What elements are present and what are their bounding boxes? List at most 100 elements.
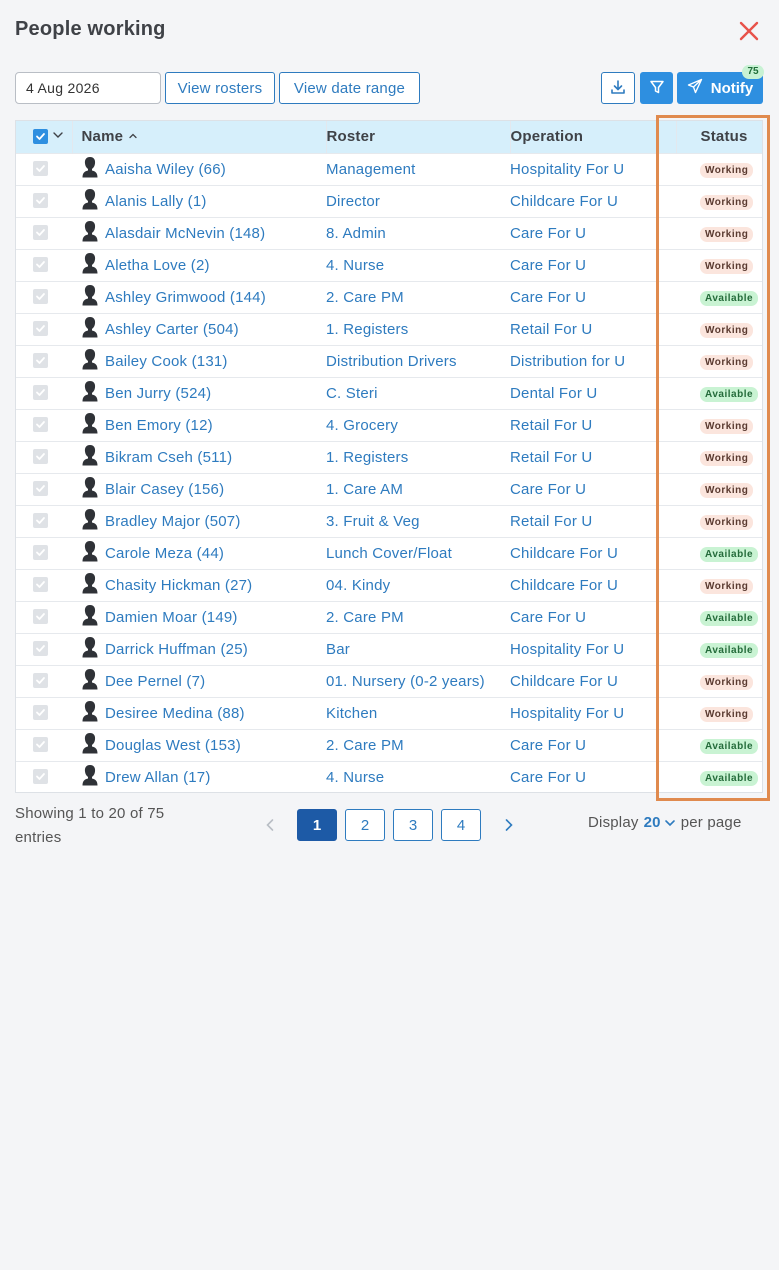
- operation-link[interactable]: Care For U: [510, 481, 586, 498]
- row-checkbox[interactable]: [33, 544, 48, 560]
- table-row[interactable]: Dee Pernel (7) 01. Nursery (0-2 years) Chi…: [16, 665, 762, 697]
- person-name-link[interactable]: Blair Casey (156): [105, 481, 224, 498]
- column-header-roster[interactable]: Roster: [326, 121, 511, 153]
- person-name-link[interactable]: Dee Pernel (7): [105, 673, 205, 690]
- person-name-link[interactable]: Alasdair McNevin (148): [105, 225, 265, 242]
- operation-link[interactable]: Retail For U: [510, 321, 592, 338]
- page-button-1[interactable]: 1: [297, 809, 337, 841]
- operation-link[interactable]: Care For U: [510, 737, 586, 754]
- person-name-link[interactable]: Ben Emory (12): [105, 417, 213, 434]
- row-checkbox[interactable]: [33, 480, 48, 496]
- person-name-link[interactable]: Drew Allan (17): [105, 769, 211, 786]
- page-button-3[interactable]: 3: [393, 809, 433, 841]
- table-row[interactable]: Darrick Huffman (25) Bar Hospitality For U…: [16, 633, 762, 665]
- close-icon[interactable]: [734, 16, 764, 46]
- table-row[interactable]: Aaisha Wiley (66) Management Hospitality F…: [16, 153, 762, 185]
- page-button-2[interactable]: 2: [345, 809, 385, 841]
- download-button[interactable]: [601, 72, 635, 104]
- operation-link[interactable]: Hospitality For U: [510, 161, 624, 178]
- person-name-link[interactable]: Chasity Hickman (27): [105, 577, 252, 594]
- operation-link[interactable]: Hospitality For U: [510, 705, 624, 722]
- row-checkbox[interactable]: [33, 736, 48, 752]
- row-checkbox[interactable]: [33, 224, 48, 240]
- operation-link[interactable]: Childcare For U: [510, 577, 618, 594]
- operation-link[interactable]: Care For U: [510, 257, 586, 274]
- person-name-link[interactable]: Bradley Major (507): [105, 513, 241, 530]
- person-name-link[interactable]: Bailey Cook (131): [105, 353, 228, 370]
- table-row[interactable]: Carole Meza (44) Lunch Cover/Float Childca…: [16, 537, 762, 569]
- person-name-link[interactable]: Alanis Lally (1): [105, 193, 207, 210]
- person-name-link[interactable]: Ben Jurry (524): [105, 385, 211, 402]
- operation-link[interactable]: Distribution for U: [510, 353, 625, 370]
- operation-link[interactable]: Care For U: [510, 609, 586, 626]
- table-row[interactable]: Chasity Hickman (27) 04. Kindy Childcare F…: [16, 569, 762, 601]
- table-row[interactable]: Aletha Love (2) 4. Nurse Care For U Working: [16, 249, 762, 281]
- chevron-right-icon[interactable]: [499, 815, 519, 835]
- operation-link[interactable]: Childcare For U: [510, 545, 618, 562]
- person-name-link[interactable]: Aletha Love (2): [105, 257, 210, 274]
- operation-link[interactable]: Hospitality For U: [510, 641, 624, 658]
- row-checkbox[interactable]: [33, 768, 48, 784]
- operation-link[interactable]: Retail For U: [510, 449, 592, 466]
- row-checkbox[interactable]: [33, 256, 48, 272]
- chevron-down-icon[interactable]: [52, 128, 64, 145]
- operation-link[interactable]: Dental For U: [510, 385, 597, 402]
- row-checkbox[interactable]: [33, 352, 48, 368]
- person-name-link[interactable]: Aaisha Wiley (66): [105, 161, 226, 178]
- person-name-link[interactable]: Carole Meza (44): [105, 545, 224, 562]
- person-name-link[interactable]: Damien Moar (149): [105, 609, 238, 626]
- date-input[interactable]: [15, 72, 161, 104]
- operation-link[interactable]: Retail For U: [510, 417, 592, 434]
- chevron-left-icon[interactable]: [260, 815, 280, 835]
- person-name-link[interactable]: Darrick Huffman (25): [105, 641, 248, 658]
- table-row[interactable]: Bailey Cook (131) Distribution Drivers Dis…: [16, 345, 762, 377]
- row-checkbox[interactable]: [33, 160, 48, 176]
- table-row[interactable]: Ashley Carter (504) 1. Registers Retail Fo…: [16, 313, 762, 345]
- row-checkbox[interactable]: [33, 672, 48, 688]
- column-header-status[interactable]: Status: [676, 121, 762, 153]
- table-row[interactable]: Bradley Major (507) 3. Fruit & Veg Retail …: [16, 505, 762, 537]
- row-checkbox[interactable]: [33, 320, 48, 336]
- view-rosters-button[interactable]: View rosters: [165, 72, 275, 104]
- table-row[interactable]: Drew Allan (17) 4. Nurse Care For U Availab…: [16, 761, 762, 793]
- table-row[interactable]: Ashley Grimwood (144) 2. Care PM Care For …: [16, 281, 762, 313]
- table-row[interactable]: Damien Moar (149) 2. Care PM Care For U Ava…: [16, 601, 762, 633]
- table-row[interactable]: Ben Emory (12) 4. Grocery Retail For U Work…: [16, 409, 762, 441]
- table-row[interactable]: Desiree Medina (88) Kitchen Hospitality Fo…: [16, 697, 762, 729]
- operation-link[interactable]: Childcare For U: [510, 193, 618, 210]
- table-row[interactable]: Douglas West (153) 2. Care PM Care For U Av…: [16, 729, 762, 761]
- row-checkbox[interactable]: [33, 576, 48, 592]
- filter-button[interactable]: [640, 72, 673, 104]
- operation-link[interactable]: Care For U: [510, 289, 586, 306]
- person-name-link[interactable]: Ashley Carter (504): [105, 321, 239, 338]
- table-row[interactable]: Blair Casey (156) 1. Care AM Care For U Wor…: [16, 473, 762, 505]
- table-row[interactable]: Ben Jurry (524) C. Steri Dental For U Avail…: [16, 377, 762, 409]
- row-checkbox[interactable]: [33, 608, 48, 624]
- row-checkbox[interactable]: [33, 512, 48, 528]
- page-button-4[interactable]: 4: [441, 809, 481, 841]
- row-checkbox[interactable]: [33, 288, 48, 304]
- row-checkbox[interactable]: [33, 448, 48, 464]
- person-name-link[interactable]: Douglas West (153): [105, 737, 241, 754]
- column-header-name[interactable]: Name: [72, 121, 327, 153]
- view-date-range-button[interactable]: View date range: [279, 72, 420, 104]
- operation-link[interactable]: Childcare For U: [510, 673, 618, 690]
- person-name-link[interactable]: Bikram Cseh (511): [105, 449, 232, 466]
- table-row[interactable]: Alasdair McNevin (148) 8. Admin Care For U…: [16, 217, 762, 249]
- person-name-link[interactable]: Desiree Medina (88): [105, 705, 245, 722]
- operation-link[interactable]: Care For U: [510, 225, 586, 242]
- row-checkbox[interactable]: [33, 416, 48, 432]
- operation-link[interactable]: Retail For U: [510, 513, 592, 530]
- row-checkbox[interactable]: [33, 704, 48, 720]
- row-checkbox[interactable]: [33, 384, 48, 400]
- sort-up-icon[interactable]: [128, 128, 138, 145]
- operation-link[interactable]: Care For U: [510, 769, 586, 786]
- row-checkbox[interactable]: [33, 640, 48, 656]
- person-name-link[interactable]: Ashley Grimwood (144): [105, 289, 266, 306]
- page-size-select[interactable]: 20: [644, 814, 676, 831]
- select-all-checkbox[interactable]: [33, 129, 48, 145]
- column-header-operation[interactable]: Operation: [510, 121, 677, 153]
- row-checkbox[interactable]: [33, 192, 48, 208]
- table-row[interactable]: Alanis Lally (1) Director Childcare For U W…: [16, 185, 762, 217]
- table-row[interactable]: Bikram Cseh (511) 1. Registers Retail For …: [16, 441, 762, 473]
